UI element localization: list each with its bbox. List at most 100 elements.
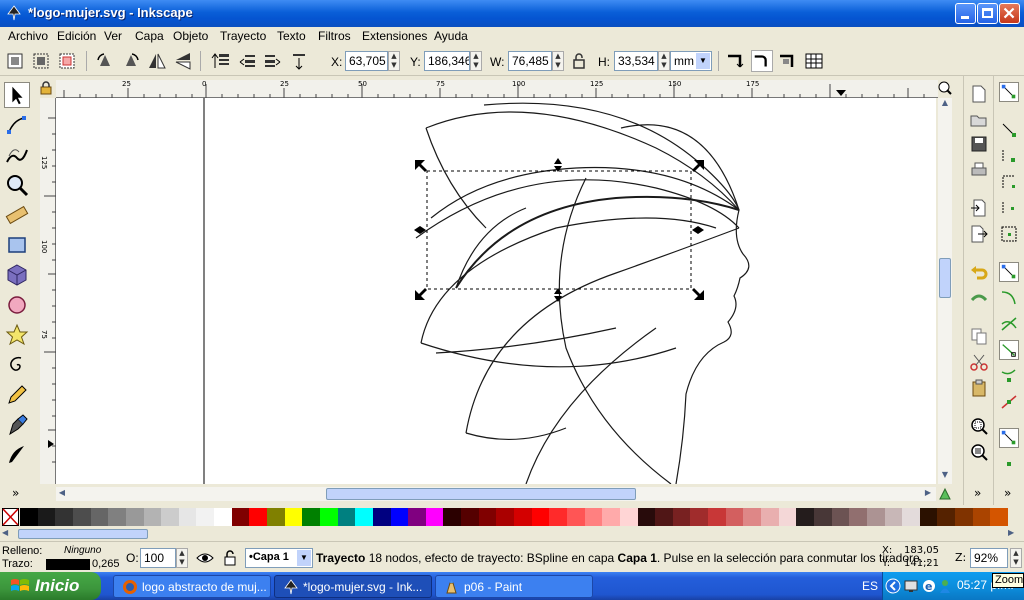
zoom-fit-icon[interactable] [937,80,953,96]
scale-handle-sw[interactable] [415,288,427,300]
snap-bbox-corner-icon[interactable] [999,172,1019,192]
more-tools-icon[interactable]: » [12,486,19,500]
scale-handle-e[interactable] [692,226,704,234]
zoom-field[interactable]: 92% [970,548,1008,568]
move-gradients-icon[interactable] [777,50,799,72]
color-manage-icon[interactable] [938,487,952,501]
color-swatch[interactable] [619,508,638,526]
menu-extensiones[interactable]: Extensiones [362,29,427,43]
scroll-down-icon[interactable]: ▼ [939,470,951,482]
horizontal-scrollbar[interactable]: ◀ ▶ [56,487,936,501]
paste-icon[interactable] [969,378,989,398]
color-swatch[interactable] [955,508,974,526]
color-swatch[interactable] [125,508,144,526]
color-swatch[interactable] [90,508,109,526]
color-swatch[interactable] [566,508,585,526]
export-icon[interactable] [969,224,989,244]
flip-horizontal-icon[interactable] [146,50,168,72]
opacity-spin[interactable]: ▲ ▼ [176,548,188,568]
rect-tool-icon[interactable] [4,232,30,258]
task-firefox[interactable]: logo abstracto de muj... [113,575,271,598]
w-field[interactable]: 76,485 [508,51,552,71]
color-swatch[interactable] [372,508,391,526]
color-swatch[interactable] [655,508,674,526]
palette-scroll-thumb[interactable] [18,529,148,539]
color-swatch[interactable] [108,508,127,526]
color-swatch[interactable] [143,508,162,526]
snap-bbox-edge-icon[interactable] [999,146,1019,166]
color-swatch[interactable] [708,508,727,526]
color-swatch[interactable] [37,508,56,526]
task-inkscape[interactable]: *logo-mujer.svg - Ink... [274,575,432,598]
color-swatch[interactable] [337,508,356,526]
scroll-left-icon[interactable]: ◀ [56,488,68,500]
scale-handle-nw[interactable] [415,160,427,172]
snap-cusp-icon[interactable] [999,340,1019,360]
drawing-canvas[interactable] [56,98,936,484]
color-swatch[interactable] [161,508,180,526]
undo-icon[interactable] [969,262,989,282]
ellipse-tool-icon[interactable] [4,292,30,318]
palette-scroll-left-icon[interactable]: ◀ [2,528,14,540]
select-all-layers-icon[interactable] [30,50,52,72]
stroke-width[interactable]: 0,265 [92,558,120,570]
color-swatch[interactable] [690,508,709,526]
color-swatch[interactable] [20,508,38,526]
show-hidden-icons-icon[interactable] [885,578,901,594]
zoom-drawing-icon[interactable] [969,442,989,462]
vertical-scrollbar[interactable]: ▲ ▼ [938,98,952,484]
star-tool-icon[interactable] [4,322,30,348]
pencil-tool-icon[interactable] [4,382,30,408]
color-swatch[interactable] [319,508,338,526]
color-swatch[interactable] [408,508,427,526]
print-icon[interactable] [969,160,989,180]
horizontal-scroll-thumb[interactable] [326,488,636,500]
scale-stroke-icon[interactable] [725,50,747,72]
color-swatch[interactable] [584,508,603,526]
no-paint-icon[interactable] [2,508,19,526]
color-swatch[interactable] [972,508,991,526]
y-spin[interactable]: ▲ ▼ [470,51,482,71]
color-swatch[interactable] [637,508,656,526]
zoom-spin[interactable]: ▲ ▼ [1010,548,1022,568]
start-button[interactable]: Inicio [0,572,101,600]
node-tool-icon[interactable] [4,112,30,138]
lock-icon[interactable] [568,50,590,72]
zoom-selection-icon[interactable] [969,416,989,436]
color-swatch[interactable] [196,508,215,526]
raise-to-top-icon[interactable] [210,50,232,72]
minimize-button[interactable] [955,3,976,24]
color-swatch[interactable] [831,508,850,526]
color-swatch[interactable] [514,508,532,526]
snap-bbox-icon[interactable] [999,120,1019,140]
menu-edicion[interactable]: Edición [57,29,96,43]
rotate-cw-icon[interactable] [120,50,142,72]
color-swatch[interactable] [461,508,480,526]
x-field[interactable]: 63,705 [345,51,388,71]
color-swatch[interactable] [884,508,903,526]
layer-select[interactable]: •Capa 1 ▼ [245,548,313,568]
zoom-tool-icon[interactable] [4,172,30,198]
close-button[interactable] [999,3,1020,24]
more-snap-icon[interactable]: » [1004,486,1011,500]
cut-icon[interactable] [969,352,989,372]
eye-icon[interactable] [196,550,214,566]
save-icon[interactable] [969,134,989,154]
snap-others-icon[interactable] [999,428,1019,448]
color-swatch[interactable] [531,508,550,526]
select-all-icon[interactable] [4,50,26,72]
calligraphy-tool-icon[interactable] [4,442,30,468]
copy-icon[interactable] [969,326,989,346]
color-swatch[interactable] [284,508,303,526]
spiral-tool-icon[interactable] [4,352,30,378]
menu-objeto[interactable]: Objeto [173,29,208,43]
color-swatch[interactable] [937,508,956,526]
scale-handle-ne[interactable] [692,160,704,172]
color-swatch[interactable] [55,508,74,526]
menu-capa[interactable]: Capa [135,29,164,43]
color-swatch[interactable] [267,508,285,526]
color-swatch[interactable] [302,508,321,526]
color-swatch[interactable] [249,508,268,526]
color-swatch[interactable] [355,508,374,526]
snap-enable-icon[interactable] [999,82,1019,102]
